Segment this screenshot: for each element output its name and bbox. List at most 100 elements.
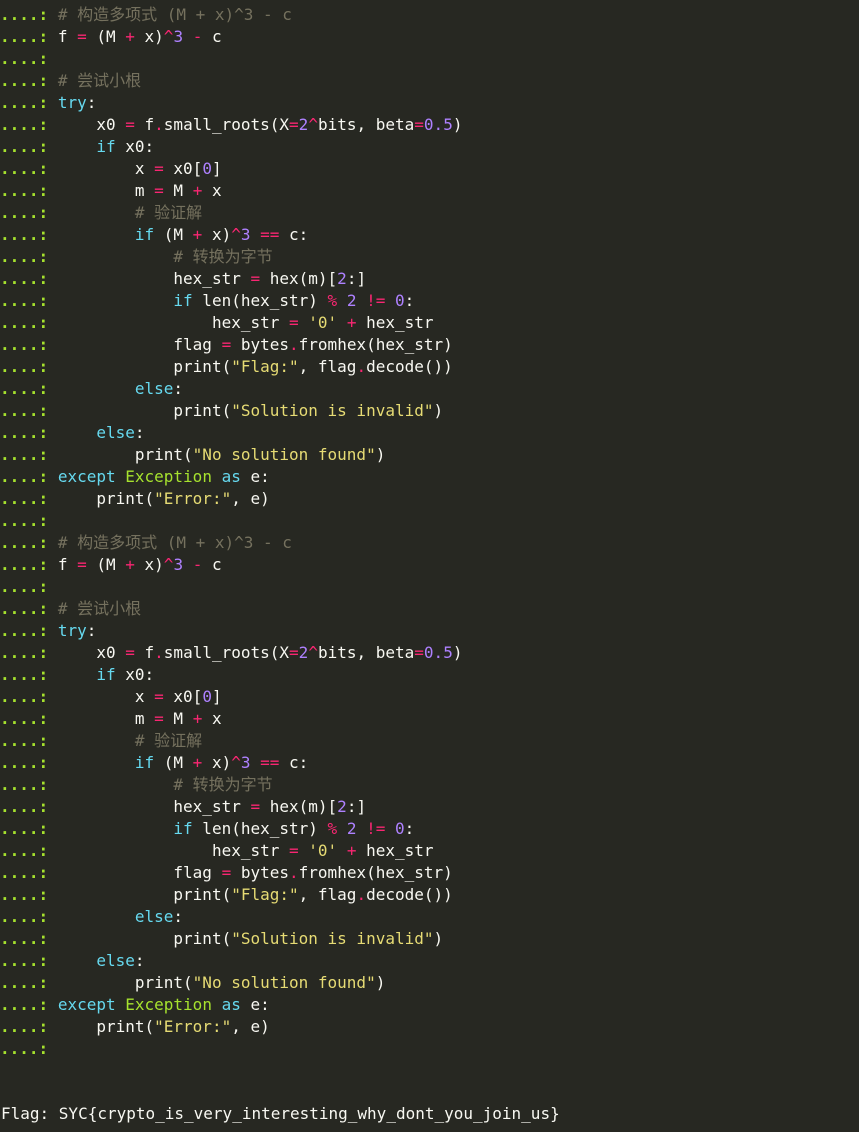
code-token: print( (57, 1017, 155, 1036)
code-line: ....: except Exception as e: (0, 994, 859, 1016)
continuation-prompt: ....: (0, 753, 49, 772)
continuation-prompt: ....: (0, 973, 49, 992)
continuation-prompt: ....: (0, 27, 49, 46)
code-line: ....: print("Error:", e) (0, 488, 859, 510)
code-line: ....: f = (M + x)^3 - c (0, 26, 859, 48)
code-token: ) (433, 401, 444, 420)
code-token: = (154, 687, 164, 706)
code-line: ....: print("Flag:", flag.decode()) (0, 884, 859, 906)
code-token: c (202, 555, 222, 574)
continuation-prompt: ....: (0, 137, 49, 156)
code-line: ....: else: (0, 906, 859, 928)
code-token: 0.5 (423, 115, 453, 134)
continuation-prompt: ....: (0, 797, 49, 816)
code-token: bits, beta (317, 115, 415, 134)
code-line: ....: # 尝试小根 (0, 598, 859, 620)
code-token: '0' (308, 841, 338, 860)
code-token: if (134, 753, 155, 772)
code-token: "Solution is invalid" (231, 401, 434, 420)
code-line: ....: print("No solution found") (0, 444, 859, 466)
code-token: 3 (240, 753, 251, 772)
code-line: ....: (0, 510, 859, 532)
continuation-prompt: ....: (0, 841, 49, 860)
code-token: = (414, 643, 424, 662)
code-token: : (404, 819, 415, 838)
code-line: ....: # 转换为字节 (0, 246, 859, 268)
code-line: ....: # 验证解 (0, 202, 859, 224)
code-line: ....: hex_str = '0' + hex_str (0, 312, 859, 334)
code-token: x0[ (163, 159, 203, 178)
code-token: M (163, 709, 193, 728)
code-token: f (134, 643, 155, 662)
code-line: ....: print("No solution found") (0, 972, 859, 994)
continuation-prompt: ....: (0, 71, 49, 90)
code-token: 2 (337, 269, 347, 288)
code-token: # 构造多项式 (M + x)^3 - c (57, 5, 292, 24)
code-token: flag (57, 335, 222, 354)
code-token: "Error:" (154, 489, 232, 508)
code-token: 0 (202, 159, 212, 178)
code-token: ^ (163, 555, 174, 574)
continuation-prompt: ....: (0, 313, 49, 332)
code-token: :] (346, 797, 367, 816)
code-line: ....: # 验证解 (0, 730, 859, 752)
code-token: 0 (395, 819, 405, 838)
code-token: hex_str (356, 313, 434, 332)
code-token: try (57, 621, 87, 640)
code-token: x0: (115, 665, 155, 684)
code-token: print( (57, 357, 232, 376)
continuation-prompt: ....: (0, 115, 49, 134)
code-line: ....: (0, 576, 859, 598)
code-token: decode()) (366, 357, 453, 376)
code-token: bytes (231, 863, 290, 882)
continuation-prompt: ....: (0, 511, 49, 530)
code-line: ....: # 构造多项式 (M + x)^3 - c (0, 4, 859, 26)
code-line: ....: if len(hex_str) % 2 != 0: (0, 290, 859, 312)
continuation-prompt: ....: (0, 247, 49, 266)
continuation-prompt: ....: (0, 555, 49, 574)
code-token: print( (57, 929, 232, 948)
code-token: Exception (125, 467, 212, 486)
code-token: : (86, 93, 97, 112)
terminal-output: ....: # 构造多项式 (M + x)^3 - c....: f = (M … (0, 4, 859, 1060)
code-line: ....: flag = bytes.fromhex(hex_str) (0, 862, 859, 884)
code-token: # 尝试小根 (57, 599, 142, 618)
continuation-prompt: ....: (0, 489, 49, 508)
continuation-prompt: ....: (0, 951, 49, 970)
code-token: ] (211, 159, 222, 178)
code-token: 3 (240, 225, 251, 244)
code-line: ....: if len(hex_str) % 2 != 0: (0, 818, 859, 840)
code-line: ....: else: (0, 950, 859, 972)
code-token: x0[ (163, 687, 203, 706)
program-output-flag: Flag: SYC{crypto_is_very_interesting_why… (1, 1104, 560, 1123)
code-token: = (289, 115, 299, 134)
code-token: e: (240, 995, 270, 1014)
code-line: ....: try: (0, 620, 859, 642)
code-token: = (77, 27, 87, 46)
code-token: . (289, 335, 299, 354)
code-token: + (125, 555, 135, 574)
code-line: ....: # 尝试小根 (0, 70, 859, 92)
code-token: 2 (346, 291, 357, 310)
code-token: x0 (57, 643, 126, 662)
code-token: = (289, 313, 299, 332)
code-line: ....: f = (M + x)^3 - c (0, 554, 859, 576)
code-line: ....: if x0: (0, 136, 859, 158)
code-token: == (260, 753, 280, 772)
code-token: print( (57, 885, 232, 904)
code-token: = (154, 159, 164, 178)
code-token: (M (86, 27, 126, 46)
code-token: : (404, 291, 415, 310)
code-line: ....: if (M + x)^3 == c: (0, 224, 859, 246)
code-token: f (57, 27, 78, 46)
code-token: . (154, 115, 164, 134)
